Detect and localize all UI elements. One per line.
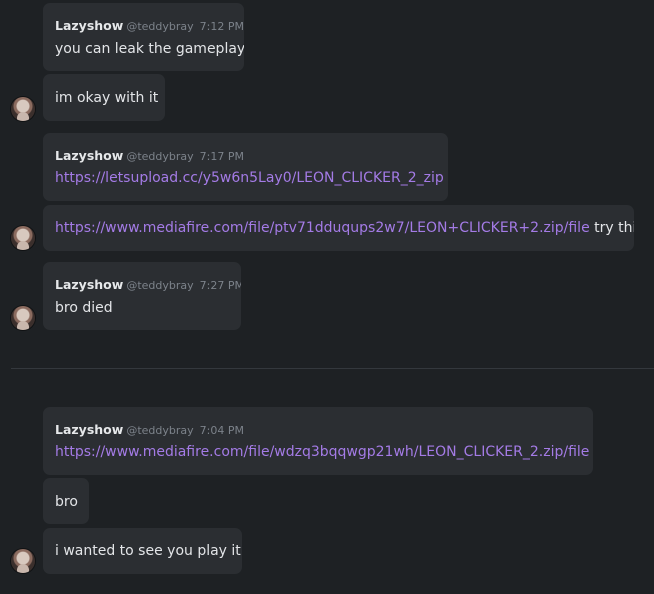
date-divider bbox=[11, 368, 654, 369]
message-header: Lazyshow @teddybray 7:12 PM bbox=[55, 19, 244, 34]
avatar[interactable] bbox=[11, 97, 35, 121]
chat-log: Lazyshow @teddybray 7:12 PM you can leak t… bbox=[0, 0, 654, 594]
message-text: you can leak the gameplay bbox=[55, 41, 244, 57]
message-bubble: bro bbox=[43, 478, 89, 524]
message-text: i wanted to see you play it bbox=[55, 543, 241, 559]
author-handle: @teddybray bbox=[126, 20, 194, 33]
message-bubble: Lazyshow @teddybray 7:12 PM you can leak t… bbox=[43, 3, 244, 71]
author-handle: @teddybray bbox=[126, 424, 194, 437]
message-timestamp: 7:12 PM bbox=[199, 20, 244, 33]
author-name[interactable]: Lazyshow bbox=[55, 422, 123, 437]
message-text: https://www.mediafire.com/file/ptv71dduq… bbox=[55, 219, 634, 237]
message-timestamp: 7:17 PM bbox=[199, 150, 244, 163]
message-timestamp: 7:27 PM bbox=[199, 279, 241, 292]
message-header: Lazyshow @teddybray 7:27 PM bbox=[55, 278, 241, 293]
author-handle: @teddybray bbox=[126, 150, 194, 163]
message-link[interactable]: https://www.mediafire.com/file/ptv71dduq… bbox=[55, 220, 590, 236]
message-link[interactable]: https://letsupload.cc/y5w6n5Lay0/LEON_CL… bbox=[55, 170, 444, 186]
avatar[interactable] bbox=[11, 549, 35, 573]
message-bubble: Lazyshow @teddybray 7:17 PM https://letsup… bbox=[43, 133, 448, 201]
author-handle: @teddybray bbox=[126, 279, 194, 292]
message-text: bro bbox=[55, 494, 78, 510]
message-text: https://www.mediafire.com/file/wdzq3bqqw… bbox=[55, 443, 589, 461]
message-text: bro died bbox=[55, 300, 113, 316]
author-name[interactable]: Lazyshow bbox=[55, 148, 123, 163]
author-name[interactable]: Lazyshow bbox=[55, 277, 123, 292]
message-text: im okay with it bbox=[55, 90, 159, 106]
message-header: Lazyshow @teddybray 7:04 PM bbox=[55, 423, 244, 438]
message-timestamp: 7:04 PM bbox=[199, 424, 244, 437]
message-link[interactable]: https://www.mediafire.com/file/wdzq3bqqw… bbox=[55, 444, 589, 460]
message-bubble: Lazyshow @teddybray 7:27 PM bro died bbox=[43, 262, 241, 330]
message-suffix-text: try this bbox=[594, 220, 634, 236]
message-bubble: Lazyshow @teddybray 7:04 PM https://www.me… bbox=[43, 407, 593, 475]
author-name[interactable]: Lazyshow bbox=[55, 18, 123, 33]
message-bubble: https://www.mediafire.com/file/ptv71dduq… bbox=[43, 205, 634, 251]
message-text: https://letsupload.cc/y5w6n5Lay0/LEON_CL… bbox=[55, 169, 444, 187]
avatar[interactable] bbox=[11, 226, 35, 250]
message-header: Lazyshow @teddybray 7:17 PM bbox=[55, 149, 244, 164]
avatar[interactable] bbox=[11, 306, 35, 330]
message-bubble: i wanted to see you play it bbox=[43, 528, 242, 574]
message-bubble: im okay with it bbox=[43, 74, 165, 121]
